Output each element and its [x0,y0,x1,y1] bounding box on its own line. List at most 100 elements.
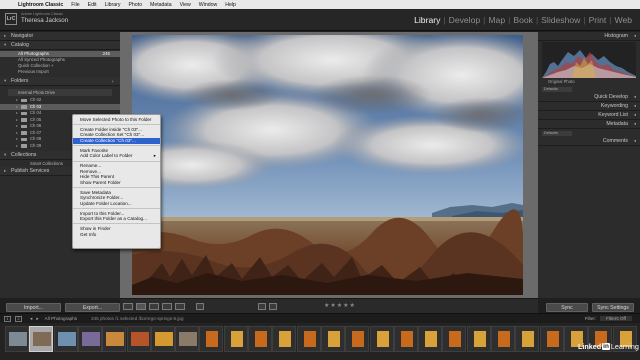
thumbnail-image [154,332,173,346]
filmstrip-thumbnail[interactable] [491,326,515,352]
catalog-header[interactable]: ▾ Catalog [0,41,120,50]
keywording-header[interactable]: Keywording ◂ [538,102,640,111]
filmstrip-thumbnail[interactable] [345,326,370,352]
menu-edit[interactable]: Edit [84,2,101,8]
folders-header[interactable]: ▾ Folders + [0,77,120,86]
context-menu-item[interactable]: Create Collection "Ch 03"... [73,137,160,144]
context-menu-item[interactable]: Get Info [73,232,160,238]
page-1-button[interactable]: 1 [4,315,11,322]
filmstrip-thumbnail[interactable] [5,326,29,352]
filmstrip-thumbnail[interactable] [272,326,297,352]
export-button[interactable]: Export... [65,303,120,312]
import-button[interactable]: Import... [6,303,61,312]
people-view-icon[interactable] [175,303,185,310]
flag-icon[interactable] [196,303,204,310]
main-photo[interactable] [132,35,523,295]
metadata-preset-select[interactable]: Defaults [542,130,572,136]
filmstrip-thumbnail[interactable] [199,326,224,352]
folder-icon [21,118,27,122]
comments-header[interactable]: Comments ◂ [538,137,640,146]
drive-row[interactable]: Internal Photo Drive [8,89,112,96]
filmstrip-thumbnail[interactable] [539,326,564,352]
menu-app-name[interactable]: Lightroom Classic [14,2,67,8]
sync-metadata-button[interactable]: Sync [546,303,588,312]
thumbnail-image [255,331,267,347]
filmstrip-thumbnail[interactable] [53,326,78,352]
original-photo-toggle[interactable]: Original Photo [538,78,640,85]
survey-view-icon[interactable] [162,303,172,310]
context-menu-item[interactable]: Move Selected Photo to this Folder [73,117,160,123]
menu-file[interactable]: File [67,2,83,8]
catalog-item-previous-import[interactable]: Previous Import [0,69,120,75]
menu-library[interactable]: Library [101,2,125,8]
filmstrip-thumbnail[interactable] [126,326,151,352]
module-book[interactable]: Book [511,15,535,25]
context-menu-item-label: Export this Folder as a Catalog... [80,216,147,222]
filmstrip-thumbnail[interactable] [150,326,175,352]
filmstrip [0,323,640,360]
menu-help[interactable]: Help [221,2,240,8]
folder-expand-icon[interactable]: ▸ [16,143,18,150]
metadata-header[interactable]: Metadata ◂ [538,120,640,129]
thumbnail-image [425,331,438,347]
filmstrip-thumbnail[interactable] [77,326,102,352]
module-develop[interactable]: Develop [447,15,483,25]
context-menu-item-label: Import to this Folder... [80,210,125,216]
grid-view-icon[interactable] [123,303,133,310]
page-2-button[interactable]: 2 [15,315,22,322]
rating-stars-icon[interactable]: ★★★★★ [324,302,356,309]
context-menu-item-label: Show Parent Folder [80,179,121,185]
menu-window[interactable]: Window [195,2,221,8]
filmstrip-thumbnail[interactable] [175,326,200,352]
menu-photo[interactable]: Photo [124,2,146,8]
context-menu-item[interactable]: Export this Folder as a Catalog... [73,216,160,222]
module-slideshow[interactable]: Slideshow [539,15,582,25]
module-library[interactable]: Library [412,15,442,25]
filmstrip-thumbnail[interactable] [515,326,540,352]
menu-metadata[interactable]: Metadata [146,2,176,8]
thumbnail-image [303,331,316,347]
add-folder-icon[interactable]: + [111,79,114,84]
filmstrip-bar: 1 2 ◂ ▸ All Photographs 245 photos /1 se… [0,313,640,323]
folder-icon [21,105,27,109]
filmstrip-thumbnail[interactable] [102,326,127,352]
filter-select[interactable]: Filters Off [600,316,632,321]
quick-develop-header[interactable]: Quick Develop ◂ [538,93,640,102]
context-menu-item-label: Get Info [80,231,97,237]
catalog-item-label: Quick Collection + [18,63,54,68]
module-print[interactable]: Print [587,15,609,25]
sync-settings-button[interactable]: Sync Settings [592,303,634,312]
module-map[interactable]: Map [486,15,507,25]
filmstrip-thumbnail[interactable] [248,326,272,352]
navigator-header[interactable]: ▸ Navigator [0,32,120,41]
context-menu-item[interactable]: Show Parent Folder [73,180,160,186]
histogram-header[interactable]: Histogram ◂ [538,32,640,41]
filmstrip-thumbnail[interactable] [29,326,54,352]
thumbnail-image [81,332,100,346]
saved-preset-select[interactable]: Defaults [542,86,572,92]
menu-view[interactable]: View [176,2,195,8]
loupe-view-icon[interactable] [136,303,146,310]
filmstrip-thumbnail[interactable] [369,326,394,352]
context-menu-item-label: Create Collection "Ch 03"... [80,137,136,143]
forward-arrow-icon[interactable]: ▸ [36,316,38,322]
rotate-left-icon[interactable] [258,303,266,310]
filmstrip-source[interactable]: All Photographs [45,316,77,321]
filmstrip-thumbnail[interactable] [466,326,491,352]
context-menu-item-label: Hide This Parent [80,174,115,180]
back-arrow-icon[interactable]: ◂ [30,316,32,322]
histogram-graph [542,50,636,78]
filmstrip-thumbnail[interactable] [418,326,443,352]
context-menu-item[interactable]: Update Folder Location... [73,201,160,207]
filmstrip-thumbnail[interactable] [223,326,248,352]
filmstrip-thumbnail[interactable] [296,326,321,352]
context-menu-item[interactable]: Add Color Label to Folder ▸ [73,153,160,159]
filmstrip-thumbnail[interactable] [320,326,345,352]
filmstrip-thumbnail[interactable] [393,326,418,352]
filmstrip-thumbnail[interactable] [442,326,467,352]
rotate-right-icon[interactable] [269,303,277,310]
compare-view-icon[interactable] [149,303,159,310]
keyword-list-header[interactable]: Keyword List ◂ [538,111,640,120]
right-panel: Histogram ◂ Original Photo Defaults Quic… [538,32,640,298]
module-web[interactable]: Web [612,15,634,25]
